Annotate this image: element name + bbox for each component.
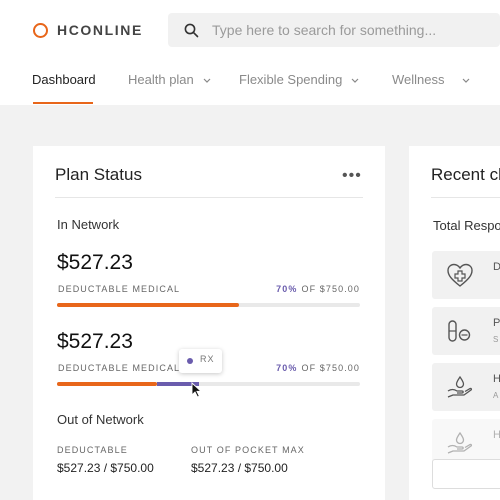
claim-tile[interactable]: H A bbox=[432, 363, 500, 411]
claim-title: H bbox=[493, 373, 500, 385]
tab-dashboard[interactable]: Dashboard bbox=[32, 72, 96, 87]
progress-fill-medical bbox=[57, 303, 239, 307]
mouse-cursor-icon bbox=[191, 382, 202, 398]
brand-name: HCONLINE bbox=[57, 22, 143, 38]
heart-plus-icon bbox=[447, 263, 473, 287]
progress-bar[interactable] bbox=[57, 382, 360, 386]
tab-label: Wellness bbox=[392, 72, 445, 87]
oop-max-label: OUT OF POCKET MAX bbox=[191, 445, 305, 455]
progress-fill-medical[interactable] bbox=[57, 382, 157, 386]
out-of-network-label: Out of Network bbox=[57, 412, 144, 427]
tab-label: Flexible Spending bbox=[239, 72, 343, 87]
tab-health-plan[interactable]: Health plan bbox=[128, 72, 211, 87]
rx-tooltip: RX bbox=[179, 349, 222, 373]
card-title: Plan Status bbox=[55, 165, 142, 184]
bar-percent-text: 70% OF $750.00 bbox=[276, 284, 360, 294]
search-icon bbox=[184, 23, 199, 38]
plan-status-card: Plan Status ••• In Network $527.23 DEDUC… bbox=[33, 146, 385, 500]
bar-category-label: DEDUCTABLE MEDICAL bbox=[58, 284, 181, 294]
view-all-button[interactable] bbox=[432, 459, 500, 489]
claim-title: D bbox=[493, 261, 500, 273]
bar-category-label: DEDUCTABLE MEDICAL bbox=[58, 363, 181, 373]
search-bar[interactable] bbox=[168, 13, 500, 47]
tab-label: Dashboard bbox=[32, 72, 96, 87]
chevron-down-icon bbox=[351, 78, 359, 83]
top-header: HCONLINE Dashboard Health plan Flexible … bbox=[0, 0, 500, 105]
percent-value: 70% bbox=[276, 363, 298, 373]
tooltip-label: RX bbox=[200, 354, 215, 364]
amount-value: $527.23 bbox=[57, 251, 133, 274]
deductable-label: DEDUCTABLE bbox=[57, 445, 128, 455]
pills-icon bbox=[448, 320, 471, 342]
percent-value: 70% bbox=[276, 284, 298, 294]
recent-claims-card: Recent cl Total Respo D P S H A H bbox=[409, 146, 500, 500]
card-title: Recent cl bbox=[431, 165, 500, 184]
progress-bar bbox=[57, 303, 360, 307]
claim-subtitle: A bbox=[493, 391, 500, 400]
of-total-text: OF $750.00 bbox=[301, 284, 360, 294]
of-total-text: OF $750.00 bbox=[301, 363, 360, 373]
tab-label: Health plan bbox=[128, 72, 194, 87]
tab-wellness[interactable]: Wellness bbox=[392, 72, 470, 87]
total-responsibility-label: Total Respo bbox=[433, 218, 500, 233]
deductable-value: $527.23 / $750.00 bbox=[57, 461, 154, 475]
legend-dot bbox=[187, 358, 193, 364]
more-horizontal-icon[interactable]: ••• bbox=[342, 167, 362, 185]
divider bbox=[431, 197, 500, 198]
in-network-label: In Network bbox=[57, 217, 120, 232]
claim-subtitle: S bbox=[493, 335, 500, 344]
claim-title: P bbox=[493, 317, 500, 329]
claim-tile[interactable]: D bbox=[432, 251, 500, 299]
chevron-down-icon bbox=[462, 78, 469, 83]
divider bbox=[55, 197, 363, 198]
search-input[interactable] bbox=[212, 19, 492, 41]
hand-drop-icon bbox=[447, 431, 473, 454]
claim-title: H bbox=[493, 429, 500, 441]
claim-tile[interactable]: P S bbox=[432, 307, 500, 355]
amount-value: $527.23 bbox=[57, 330, 133, 353]
oop-max-value: $527.23 / $750.00 bbox=[191, 461, 288, 475]
bar-percent-text: 70% OF $750.00 bbox=[276, 363, 360, 373]
tab-flexible-spending[interactable]: Flexible Spending bbox=[239, 72, 359, 87]
logo-icon bbox=[33, 23, 48, 38]
active-tab-indicator bbox=[33, 102, 93, 104]
hand-drop-icon bbox=[447, 375, 473, 398]
chevron-down-icon bbox=[203, 78, 211, 83]
